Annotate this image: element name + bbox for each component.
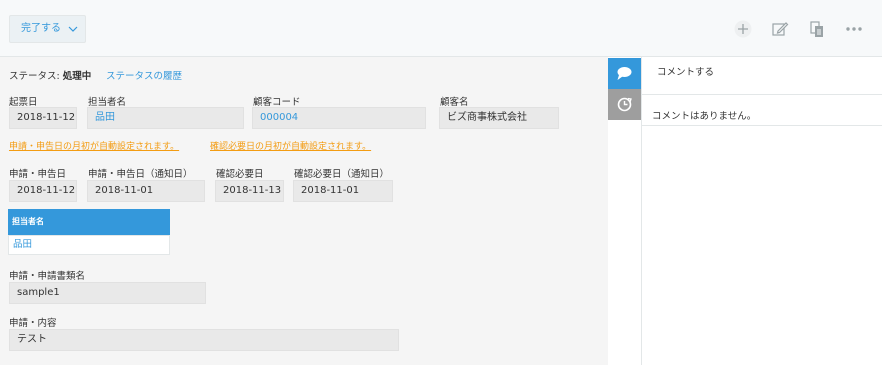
status-action-button[interactable]: 完了する [9, 15, 86, 43]
customer-name-field[interactable]: ビズ商事株式会社 [439, 107, 559, 129]
assignee-field[interactable]: 品田 [87, 107, 244, 129]
confirm-date-label: 確認必要日 [216, 169, 264, 180]
kihyo-date-field[interactable]: 2018-11-12 [9, 107, 77, 129]
plus-icon[interactable] [734, 20, 752, 38]
no-comments-text: コメントはありません。 [652, 111, 757, 122]
chevron-down-icon [68, 16, 78, 53]
customer-code-field[interactable]: 000004 [252, 107, 426, 129]
more-icon[interactable] [845, 20, 863, 38]
status-value: 処理中 [62, 71, 92, 82]
document-name-label: 申請・申請書類名 [9, 271, 86, 282]
status-history-link[interactable]: ステータスの履歴 [106, 68, 182, 82]
confirm-date-field[interactable]: 2018-11-13 [215, 180, 284, 202]
content-field[interactable]: テスト [9, 329, 399, 351]
edit-icon[interactable] [771, 20, 789, 38]
kihyo-date-label: 起票日 [9, 97, 38, 108]
confirm-notify-date-label: 確認必要日（通知日） [294, 169, 390, 180]
history-icon [608, 97, 641, 123]
assignee-label: 担当者名 [88, 97, 127, 108]
comment-pane: コメントする コメントはありません。 [641, 57, 882, 365]
status-row: ステータス: 処理中 [9, 68, 91, 82]
comment-divider [642, 125, 882, 126]
application-date-label: 申請・申告日 [9, 169, 67, 180]
copy-icon[interactable] [808, 20, 826, 38]
customer-code-label: 顧客コード [253, 97, 301, 108]
document-name-field[interactable]: sample1 [9, 282, 206, 304]
tab-comments[interactable] [608, 58, 641, 89]
subtable-cell[interactable]: 品田 [8, 235, 170, 255]
notify-date-field[interactable]: 2018-11-01 [87, 180, 205, 202]
application-date-field[interactable]: 2018-11-12 [9, 180, 77, 202]
comment-input[interactable]: コメントする [642, 57, 882, 95]
confirm-notify-date-field[interactable]: 2018-11-01 [293, 180, 393, 202]
record-toolbar: 完了する [0, 0, 882, 57]
notify-date-label: 申請・申告日（通知日） [88, 169, 193, 180]
customer-name-label: 顧客名 [440, 97, 469, 108]
side-panel-tabs [608, 57, 641, 365]
content-label: 申請・内容 [9, 318, 57, 329]
status-action-label: 完了する [21, 23, 61, 34]
subtable-header: 担当者名 [8, 209, 170, 235]
tab-history[interactable] [608, 89, 641, 120]
status-label: ステータス: [9, 71, 60, 82]
auto-set-note-1: 申請・申告日の月初が自動設定されます。 [9, 142, 180, 152]
record-detail: ステータス: 処理中 ステータスの履歴 起票日 2018-11-12 担当者名 … [0, 57, 608, 365]
auto-set-note-2: 確認必要日の月初が自動設定されます。 [210, 142, 372, 152]
